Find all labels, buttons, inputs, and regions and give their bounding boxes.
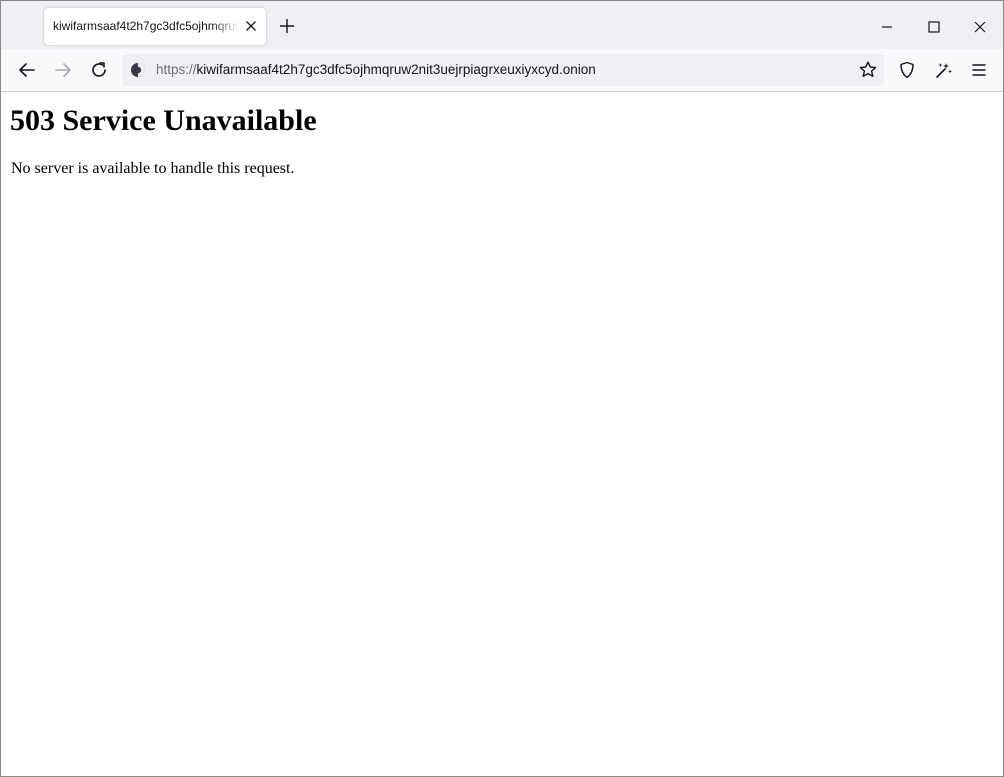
tab-active[interactable]: kiwifarmsaaf4t2h7gc3dfc5ojhmqruw2nit3uej… <box>44 8 266 45</box>
star-icon[interactable] <box>856 58 880 82</box>
page-title: 503 Service Unavailable <box>10 104 317 137</box>
maximize-icon[interactable] <box>920 13 948 41</box>
browser-window: kiwifarmsaaf4t2h7gc3dfc5ojhmqruw2nit3uej… <box>0 0 1004 777</box>
plus-icon[interactable] <box>277 16 297 36</box>
page-content: 503 Service Unavailable No server is ava… <box>1 92 1003 776</box>
minimize-icon[interactable] <box>873 13 901 41</box>
shield-icon[interactable] <box>895 58 919 82</box>
url-scheme: https:// <box>156 62 197 77</box>
address-bar[interactable]: https://kiwifarmsaaf4t2h7gc3dfc5ojhmqruw… <box>122 54 884 86</box>
onion-icon[interactable] <box>130 62 146 78</box>
tab-strip: kiwifarmsaaf4t2h7gc3dfc5ojhmqruw2nit3uej… <box>1 1 1003 49</box>
close-window-icon[interactable] <box>966 13 994 41</box>
error-message: No server is available to handle this re… <box>11 160 295 177</box>
url-field[interactable]: https://kiwifarmsaaf4t2h7gc3dfc5ojhmqruw… <box>156 62 596 77</box>
close-icon[interactable] <box>242 17 260 35</box>
url-host: kiwifarmsaaf4t2h7gc3dfc5ojhmqruw2nit3uej… <box>196 62 596 77</box>
navigation-toolbar: https://kiwifarmsaaf4t2h7gc3dfc5ojhmqruw… <box>1 49 1003 92</box>
hamburger-menu-icon[interactable] <box>967 58 991 82</box>
magic-wand-icon[interactable] <box>931 58 955 82</box>
back-arrow-icon[interactable] <box>15 58 39 82</box>
tab-title: kiwifarmsaaf4t2h7gc3dfc5ojhmqruw2nit3uej… <box>53 19 239 33</box>
forward-arrow-icon[interactable] <box>51 58 75 82</box>
reload-icon[interactable] <box>87 58 111 82</box>
